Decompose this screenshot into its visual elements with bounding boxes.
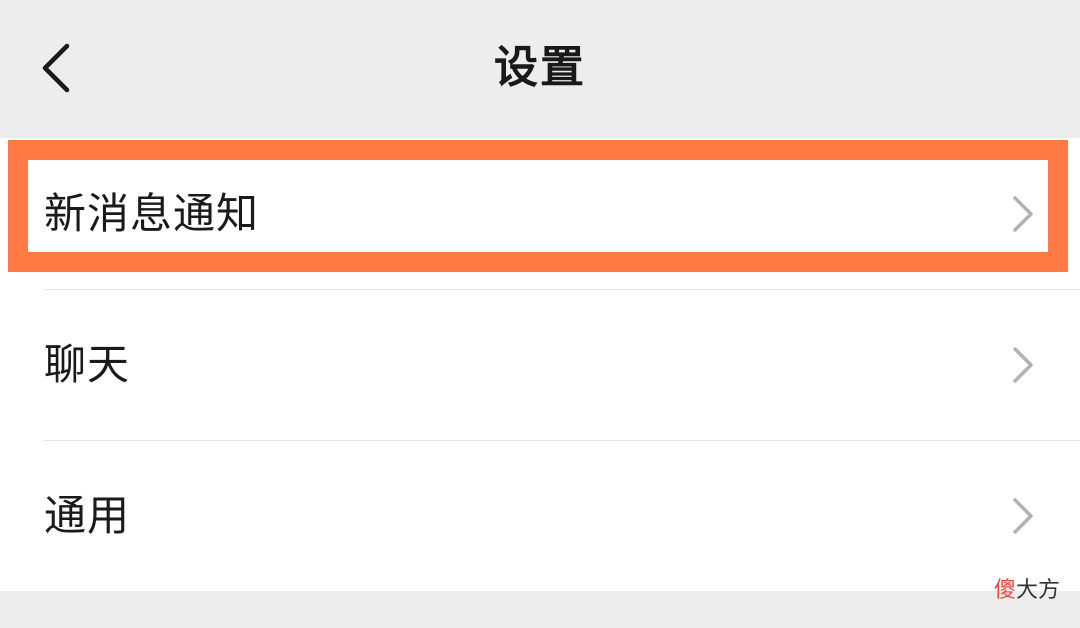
- menu-item-general[interactable]: 通用: [0, 440, 1080, 591]
- navigation-bar: 设置: [0, 0, 1080, 138]
- menu-item-label: 聊天: [44, 340, 131, 389]
- menu-item-label: 新消息通知: [44, 189, 260, 238]
- settings-menu-list: 新消息通知 聊天 通用: [0, 138, 1080, 591]
- watermark: 傻大方: [994, 572, 1060, 604]
- menu-item-label: 通用: [44, 491, 131, 540]
- watermark-text: 大方: [1015, 578, 1060, 603]
- menu-item-chat[interactable]: 聊天: [0, 289, 1080, 440]
- page-title: 设置: [494, 42, 586, 93]
- chevron-right-icon: [1013, 196, 1033, 232]
- chevron-right-icon: [1013, 347, 1033, 383]
- watermark-accent: 傻: [993, 578, 1016, 603]
- menu-item-new-message-notification[interactable]: 新消息通知: [0, 138, 1080, 289]
- chevron-right-icon: [1013, 498, 1033, 534]
